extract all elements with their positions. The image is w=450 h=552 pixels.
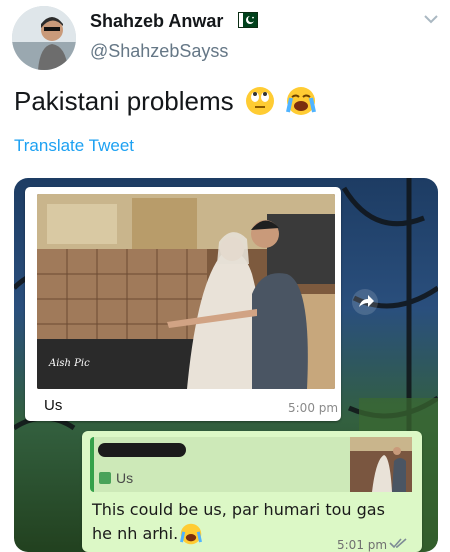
redacted-name — [98, 443, 186, 457]
reply-text-line1: This could be us, par humari tou gas — [92, 500, 385, 519]
wedding-photo: Aish Pic — [37, 194, 335, 389]
reply-time: 5:01 pm — [337, 538, 388, 552]
avatar[interactable] — [12, 6, 76, 70]
svg-text:Aish Pic: Aish Pic — [48, 358, 90, 369]
crying-emoji-icon — [286, 87, 317, 115]
pakistan-flag-icon — [238, 12, 258, 28]
author-handle[interactable]: @ShahzebSayss — [90, 41, 228, 62]
tweet-body: Pakistani problems — [14, 86, 234, 116]
chevron-down-icon[interactable] — [422, 12, 440, 26]
crying-emoji-icon — [180, 523, 203, 545]
reply-text-line2: he nh arhi. — [92, 524, 179, 543]
quoted-photo-thumbnail — [350, 437, 412, 492]
double-check-icon — [389, 538, 407, 549]
tweet-text: Pakistani problems — [14, 86, 317, 117]
author-name[interactable]: Shahzeb Anwar — [90, 11, 223, 32]
quoted-caption: Us — [116, 470, 134, 486]
rolling-eyes-emoji-icon — [245, 87, 274, 115]
photo-caption: Us — [44, 397, 63, 414]
message-time: 5:00 pm — [288, 401, 339, 415]
translate-tweet-link[interactable]: Translate Tweet — [14, 136, 134, 156]
forward-arrow-icon[interactable] — [352, 289, 378, 315]
image-icon — [99, 472, 111, 484]
